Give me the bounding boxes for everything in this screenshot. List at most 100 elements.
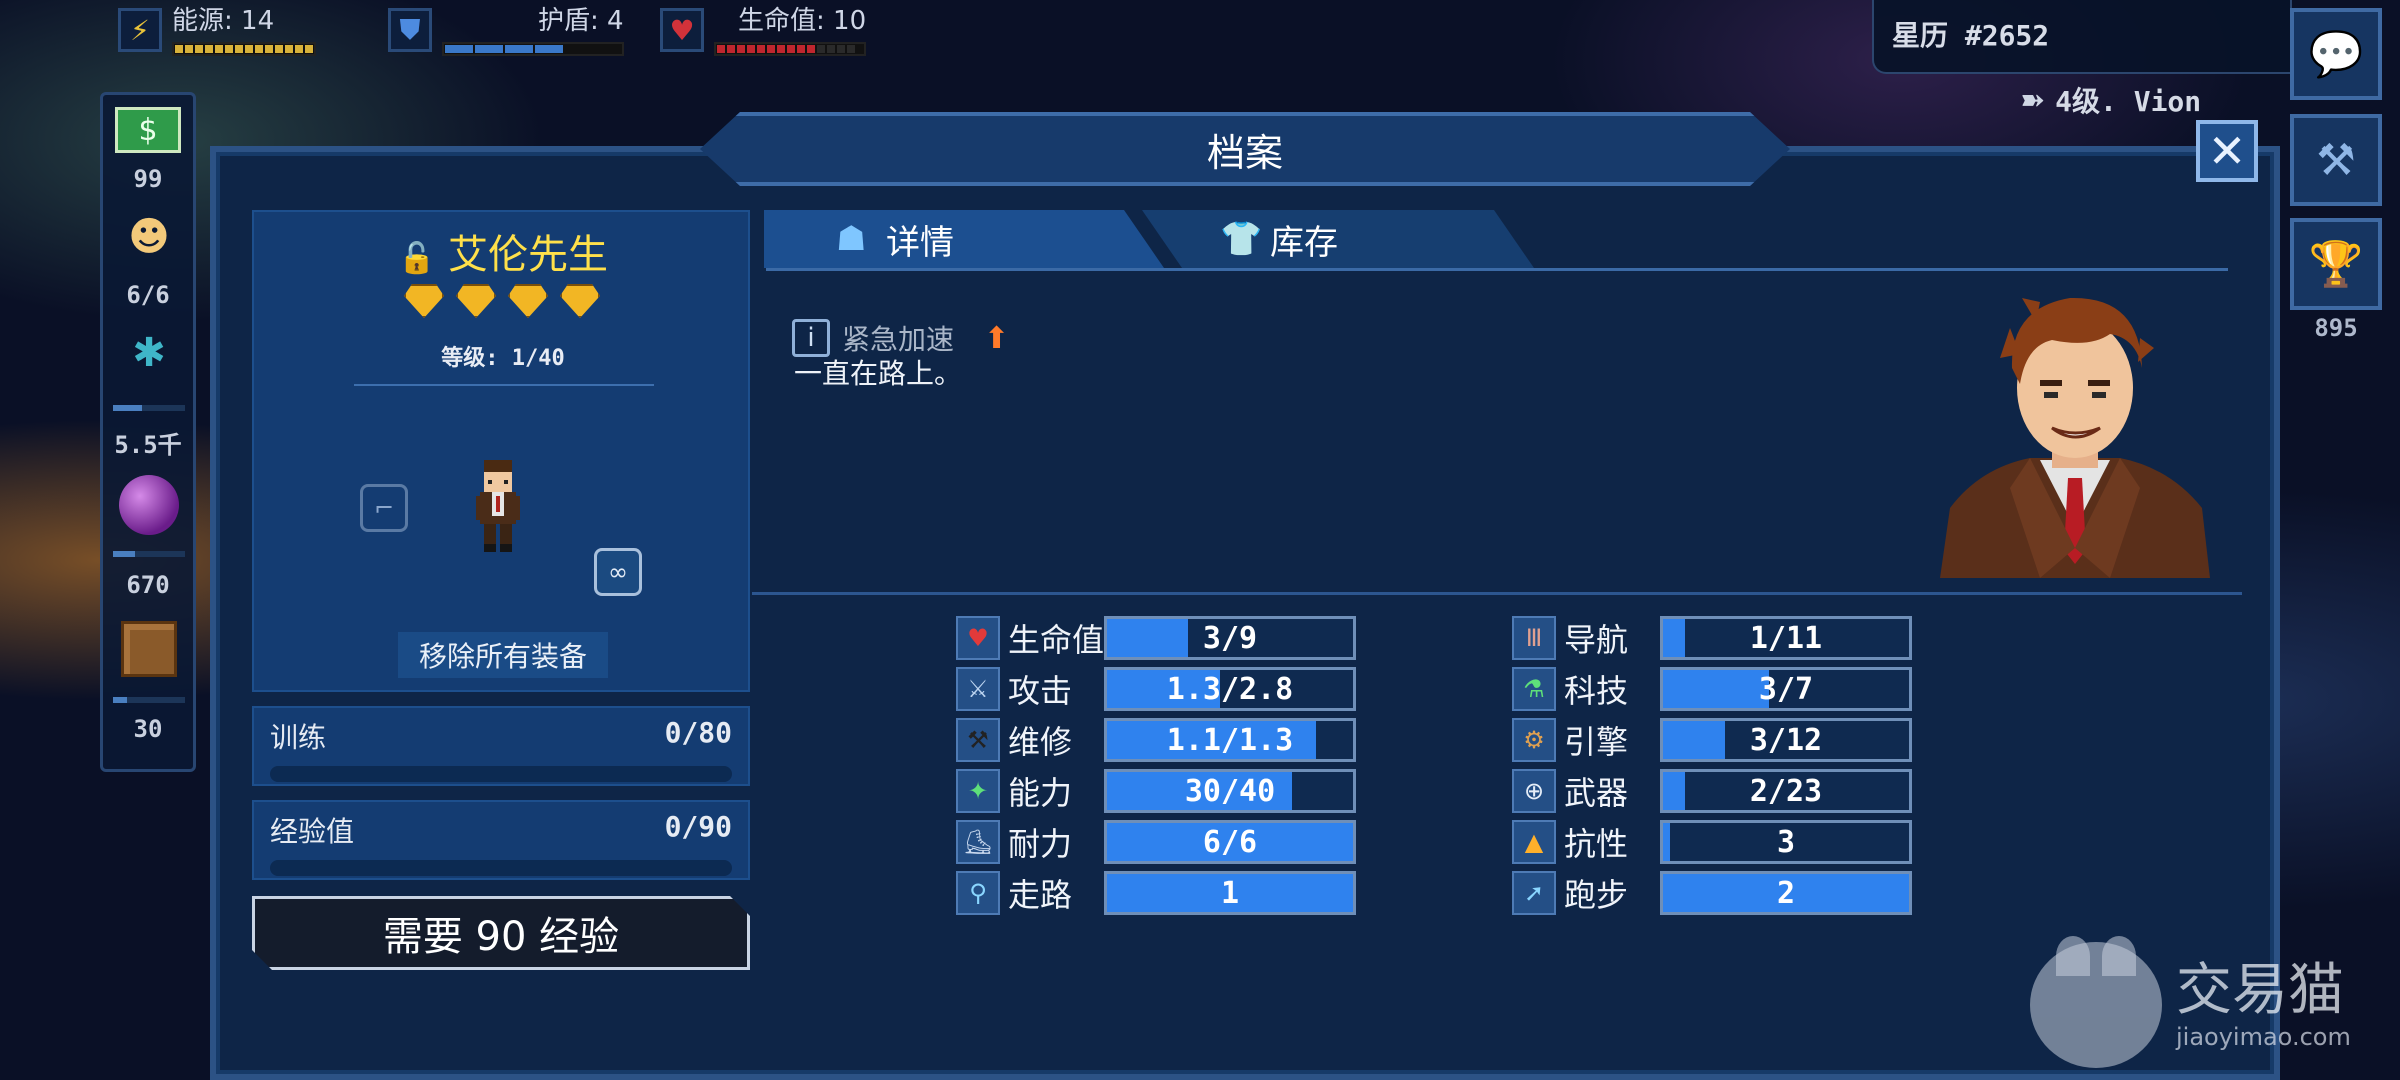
stat-row[interactable]: ♥ 生命值 3/9	[956, 616, 1356, 660]
bar-segment	[757, 45, 765, 53]
accessory-slot[interactable]: ∞	[594, 548, 642, 596]
stat-row[interactable]: Ⅲ 导航 1/11	[1512, 616, 1912, 660]
need-experience-button[interactable]: 需要 90 经验	[252, 896, 750, 970]
stat-row[interactable]: ⚙ 引擎 3/12	[1512, 718, 1912, 762]
stat-row[interactable]: ⚔ 攻击 1.3/2.8	[956, 667, 1356, 711]
remove-all-equipment-button[interactable]: 移除所有装备	[398, 632, 608, 678]
rank-badge-icon: ➽	[2020, 82, 2046, 118]
character-name: 艾伦先生	[448, 232, 609, 278]
bar-segment	[797, 45, 805, 53]
cat-logo-icon	[2030, 936, 2162, 1068]
money-icon[interactable]: $	[115, 107, 181, 153]
stat-bar: 1	[1104, 871, 1356, 915]
stat-value: 1/11	[1749, 620, 1823, 656]
watermark-name: 交易猫	[2176, 958, 2344, 1023]
stat-row[interactable]: ▲ 抗性 3	[1512, 820, 1912, 864]
bar-segment	[717, 45, 725, 53]
crystal-icon[interactable]: ✱	[117, 323, 181, 383]
stat-row[interactable]: ⛸ 耐力 6/6	[956, 820, 1356, 864]
stat-value: 1	[1220, 875, 1240, 911]
stat-label: 走路	[1008, 876, 1073, 914]
flask-icon: ⚗	[1512, 667, 1556, 711]
character-name-row: 🔓 艾伦先生	[254, 222, 752, 280]
fire-icon: ▲	[1512, 820, 1556, 864]
tab-inventory[interactable]: 👕 库存	[1150, 210, 1530, 268]
experience-label: 经验值	[270, 815, 355, 848]
crate-bar	[113, 697, 185, 703]
tab-details-label: 详情	[886, 222, 954, 263]
stat-value: 1.1/1.3	[1166, 722, 1294, 758]
stat-value: 3/9	[1202, 620, 1258, 656]
stat-value: 2	[1776, 875, 1796, 911]
stat-bar: 3	[1660, 820, 1912, 864]
stat-bar: 6/6	[1104, 820, 1356, 864]
stat-label: 武器	[1564, 774, 1629, 812]
health-bar	[714, 42, 867, 56]
build-button[interactable]: ⚒	[2290, 114, 2382, 206]
stat-row[interactable]: ➚ 跑步 2	[1512, 871, 1912, 915]
orb-value: 670	[126, 571, 170, 599]
energy-stat: ⚡ 能源: 14	[118, 8, 316, 56]
experience-progress	[270, 860, 732, 876]
crate-icon[interactable]	[117, 619, 181, 679]
crate-value: 30	[133, 715, 163, 743]
bar-segment	[235, 45, 243, 53]
character-card: 🔓 艾伦先生 等级: 1/40 ⌐ ∞ 移除所有装备	[252, 210, 750, 692]
gem-icon	[560, 284, 600, 318]
hammer-icon: ⚒	[2316, 134, 2356, 186]
chat-button[interactable]: 💬	[2290, 8, 2382, 100]
stat-value: 3	[1776, 824, 1796, 860]
rank-text: 4级. Vion	[2055, 85, 2202, 118]
training-box: 训练 0/80	[252, 706, 750, 786]
unlock-icon[interactable]: 🔓	[398, 241, 435, 276]
bar-segment	[245, 45, 253, 53]
crystal-bar	[113, 405, 185, 411]
close-button[interactable]: ✕	[2196, 120, 2258, 182]
stat-value: 3/12	[1749, 722, 1823, 758]
crew-icon[interactable]: ☻	[117, 207, 181, 267]
stat-label: 攻击	[1008, 672, 1073, 710]
watermark: 交易猫 jiaoyimao.com	[2030, 936, 2351, 1068]
stat-label: 生命值	[1008, 621, 1104, 659]
stat-bar: 3/12	[1660, 718, 1912, 762]
captain-rank[interactable]: ➽ 4级. Vion	[2020, 80, 2201, 120]
crosshair-icon: ⊕	[1512, 769, 1556, 813]
stat-row[interactable]: ⚲ 走路 1	[956, 871, 1356, 915]
heart-icon: ♥	[660, 8, 704, 52]
stat-bar: 2	[1660, 871, 1912, 915]
tab-details[interactable]: ☗ 详情	[766, 210, 1146, 268]
close-icon: ✕	[2207, 124, 2247, 178]
tab-underline	[766, 268, 2228, 271]
boot-icon: ⛸	[956, 820, 1000, 864]
weapon-slot[interactable]: ⌐	[360, 484, 408, 532]
bar-segment	[475, 45, 503, 53]
stat-row[interactable]: ⊕ 武器 2/23	[1512, 769, 1912, 813]
stat-row[interactable]: ⚒ 维修 1.1/1.3	[956, 718, 1356, 762]
stat-label: 能力	[1008, 774, 1073, 812]
training-label: 训练	[270, 721, 327, 754]
bar-segment	[175, 45, 183, 53]
gun-icon: ⌐	[373, 494, 395, 522]
details-divider	[752, 592, 2242, 595]
trophy-button[interactable]: 🏆	[2290, 218, 2382, 310]
stat-label: 科技	[1564, 672, 1629, 710]
bar-segment	[295, 45, 303, 53]
stat-row[interactable]: ⚗ 科技 3/7	[1512, 667, 1912, 711]
person-icon: ☗	[836, 219, 867, 259]
orb-icon[interactable]	[117, 475, 181, 535]
bar-segment	[777, 45, 785, 53]
stat-label: 维修	[1008, 723, 1073, 761]
watermark-site: jiaoyimao.com	[2176, 1023, 2351, 1051]
goggles-icon: ∞	[608, 558, 628, 586]
bar-segment	[285, 45, 293, 53]
stat-row[interactable]: ✦ 能力 30/40	[956, 769, 1356, 813]
character-sprite[interactable]	[472, 460, 524, 552]
bar-segment	[305, 45, 313, 53]
bar-segment	[807, 45, 815, 53]
stat-bar: 1/11	[1660, 616, 1912, 660]
pilot-icon: Ⅲ	[1512, 616, 1556, 660]
stat-value: 6/6	[1202, 824, 1258, 860]
orb-bar	[113, 551, 185, 557]
health-label: 生命值: 10	[738, 6, 867, 36]
bar-segment	[787, 45, 795, 53]
